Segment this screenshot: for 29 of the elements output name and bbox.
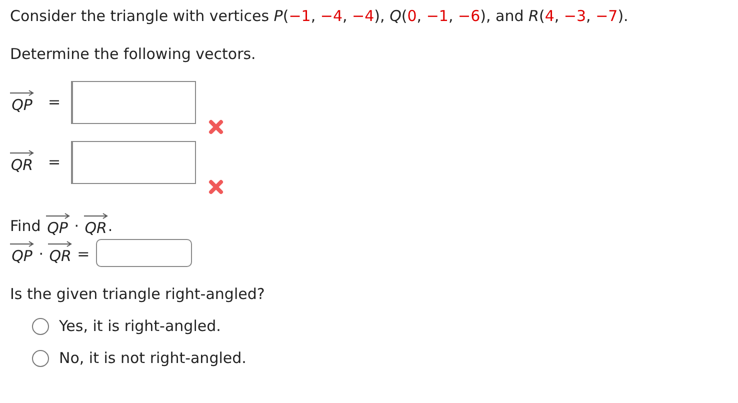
problem-statement: Consider the triangle with vertices P(−1, −4, −4), Q(0, −1, −6), and R(4, −3, −7). (10, 6, 630, 27)
answer-box[interactable] (70, 80, 196, 124)
vector-arrow-icon (84, 213, 108, 219)
radio-button[interactable] (32, 318, 49, 334)
vector-label: QP (12, 96, 32, 114)
prompt-text: . (108, 217, 113, 235)
option-label[interactable]: No, it is not right-angled. (59, 347, 246, 369)
answer-box[interactable] (70, 140, 196, 184)
operator-text: · (38, 245, 45, 263)
prompt-text: · (73, 217, 80, 235)
vector-label: QP (47, 219, 68, 237)
vector-label: QR (10, 156, 34, 174)
equals-sign: = (48, 153, 61, 171)
instruction-text: Determine the following vectors. (10, 44, 257, 65)
vector-label: QR (49, 247, 72, 265)
vector-arrow-icon (10, 90, 34, 96)
question-text: Is the given triangle right-angled? (10, 284, 266, 305)
radio-button[interactable] (32, 350, 49, 366)
vector-arrow-icon (48, 241, 72, 247)
prompt-text: Find (10, 217, 42, 235)
vector-label: QR (84, 219, 107, 237)
answer-box[interactable] (96, 239, 192, 267)
operator-text: = (76, 245, 90, 263)
vector-label: QP (12, 247, 32, 265)
option-label[interactable]: Yes, it is right-angled. (59, 315, 221, 337)
vector-arrow-icon (46, 213, 70, 219)
vector-arrow-icon (10, 150, 34, 156)
vector-arrow-icon (10, 241, 34, 247)
equals-sign: = (48, 93, 61, 111)
